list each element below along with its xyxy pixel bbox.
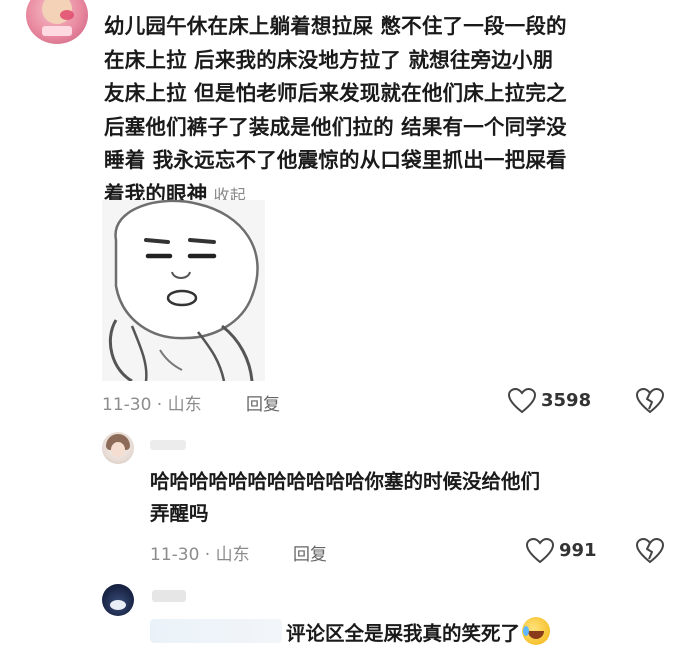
reply-line: 弄醒吗 — [150, 502, 209, 525]
like-button[interactable] — [507, 387, 538, 414]
comment-text: 幼儿园午休在床上躺着想拉屎 憋不住了一段一段的 在床上拉 后来我的床没地方拉了 … — [104, 10, 664, 212]
reply-line: 哈哈哈哈哈哈哈哈哈哈哈你塞的时候没给他们 — [150, 470, 541, 493]
reply-date: 11-30 — [150, 545, 200, 565]
dislike-button[interactable] — [635, 537, 665, 564]
rolling-laughing-emoji-icon — [522, 617, 551, 645]
meme-face-drawing — [102, 200, 265, 381]
reply-text: 哈哈哈哈哈哈哈哈哈哈哈你塞的时候没给他们 弄醒吗 — [150, 466, 540, 530]
meme-image[interactable] — [102, 200, 265, 381]
comment-line: 睡着 我永远忘不了他震惊的从口袋里抓出一把屎看 — [104, 148, 567, 172]
comment-line: 幼儿园午休在床上躺着想拉屎 憋不住了一段一段的 — [104, 14, 567, 38]
heart-icon — [507, 387, 537, 414]
like-count: 3598 — [541, 390, 592, 411]
comment-location: 山东 — [167, 395, 202, 415]
comment-date: 11-30 — [102, 395, 152, 415]
redacted-text — [150, 619, 282, 643]
comment-line: 在床上拉 后来我的床没地方拉了 就想往旁边小朋 — [104, 47, 554, 72]
comment-line: 友床上拉 但是怕老师后来发现就在他们床上拉完之 — [104, 81, 567, 105]
heart-icon — [525, 537, 555, 564]
avatar[interactable] — [26, 0, 88, 44]
broken-heart-icon — [635, 537, 665, 564]
username-redacted — [152, 590, 186, 602]
username-redacted — [150, 440, 186, 450]
reply-location: 山东 — [215, 545, 250, 565]
reply-meta: 11-30 · 山东 — [150, 545, 250, 565]
broken-heart-icon — [635, 387, 665, 414]
like-count: 991 — [559, 540, 597, 561]
comment-line: 后塞他们裤子了装成是他们拉的 结果有一个同学没 — [104, 114, 567, 139]
comment-meta: 11-30 · 山东 — [102, 395, 202, 415]
like-button[interactable] — [525, 537, 556, 564]
reply-button[interactable]: 回复 — [293, 540, 327, 565]
reply-button[interactable]: 回复 — [246, 390, 280, 415]
reply-line: 评论区全是屎我真的笑死了 — [286, 622, 521, 645]
dislike-button[interactable] — [635, 387, 665, 414]
reply-text: 评论区全是屎我真的笑死了 — [286, 617, 551, 650]
avatar[interactable] — [102, 584, 134, 616]
avatar[interactable] — [102, 432, 134, 464]
